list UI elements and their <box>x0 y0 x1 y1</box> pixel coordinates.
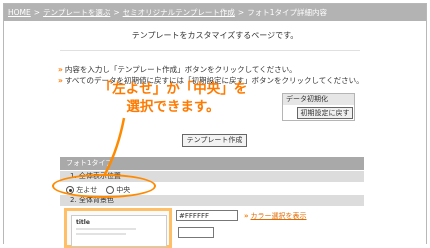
callout-pointer-line <box>102 117 126 177</box>
callout-pointer <box>102 117 126 177</box>
